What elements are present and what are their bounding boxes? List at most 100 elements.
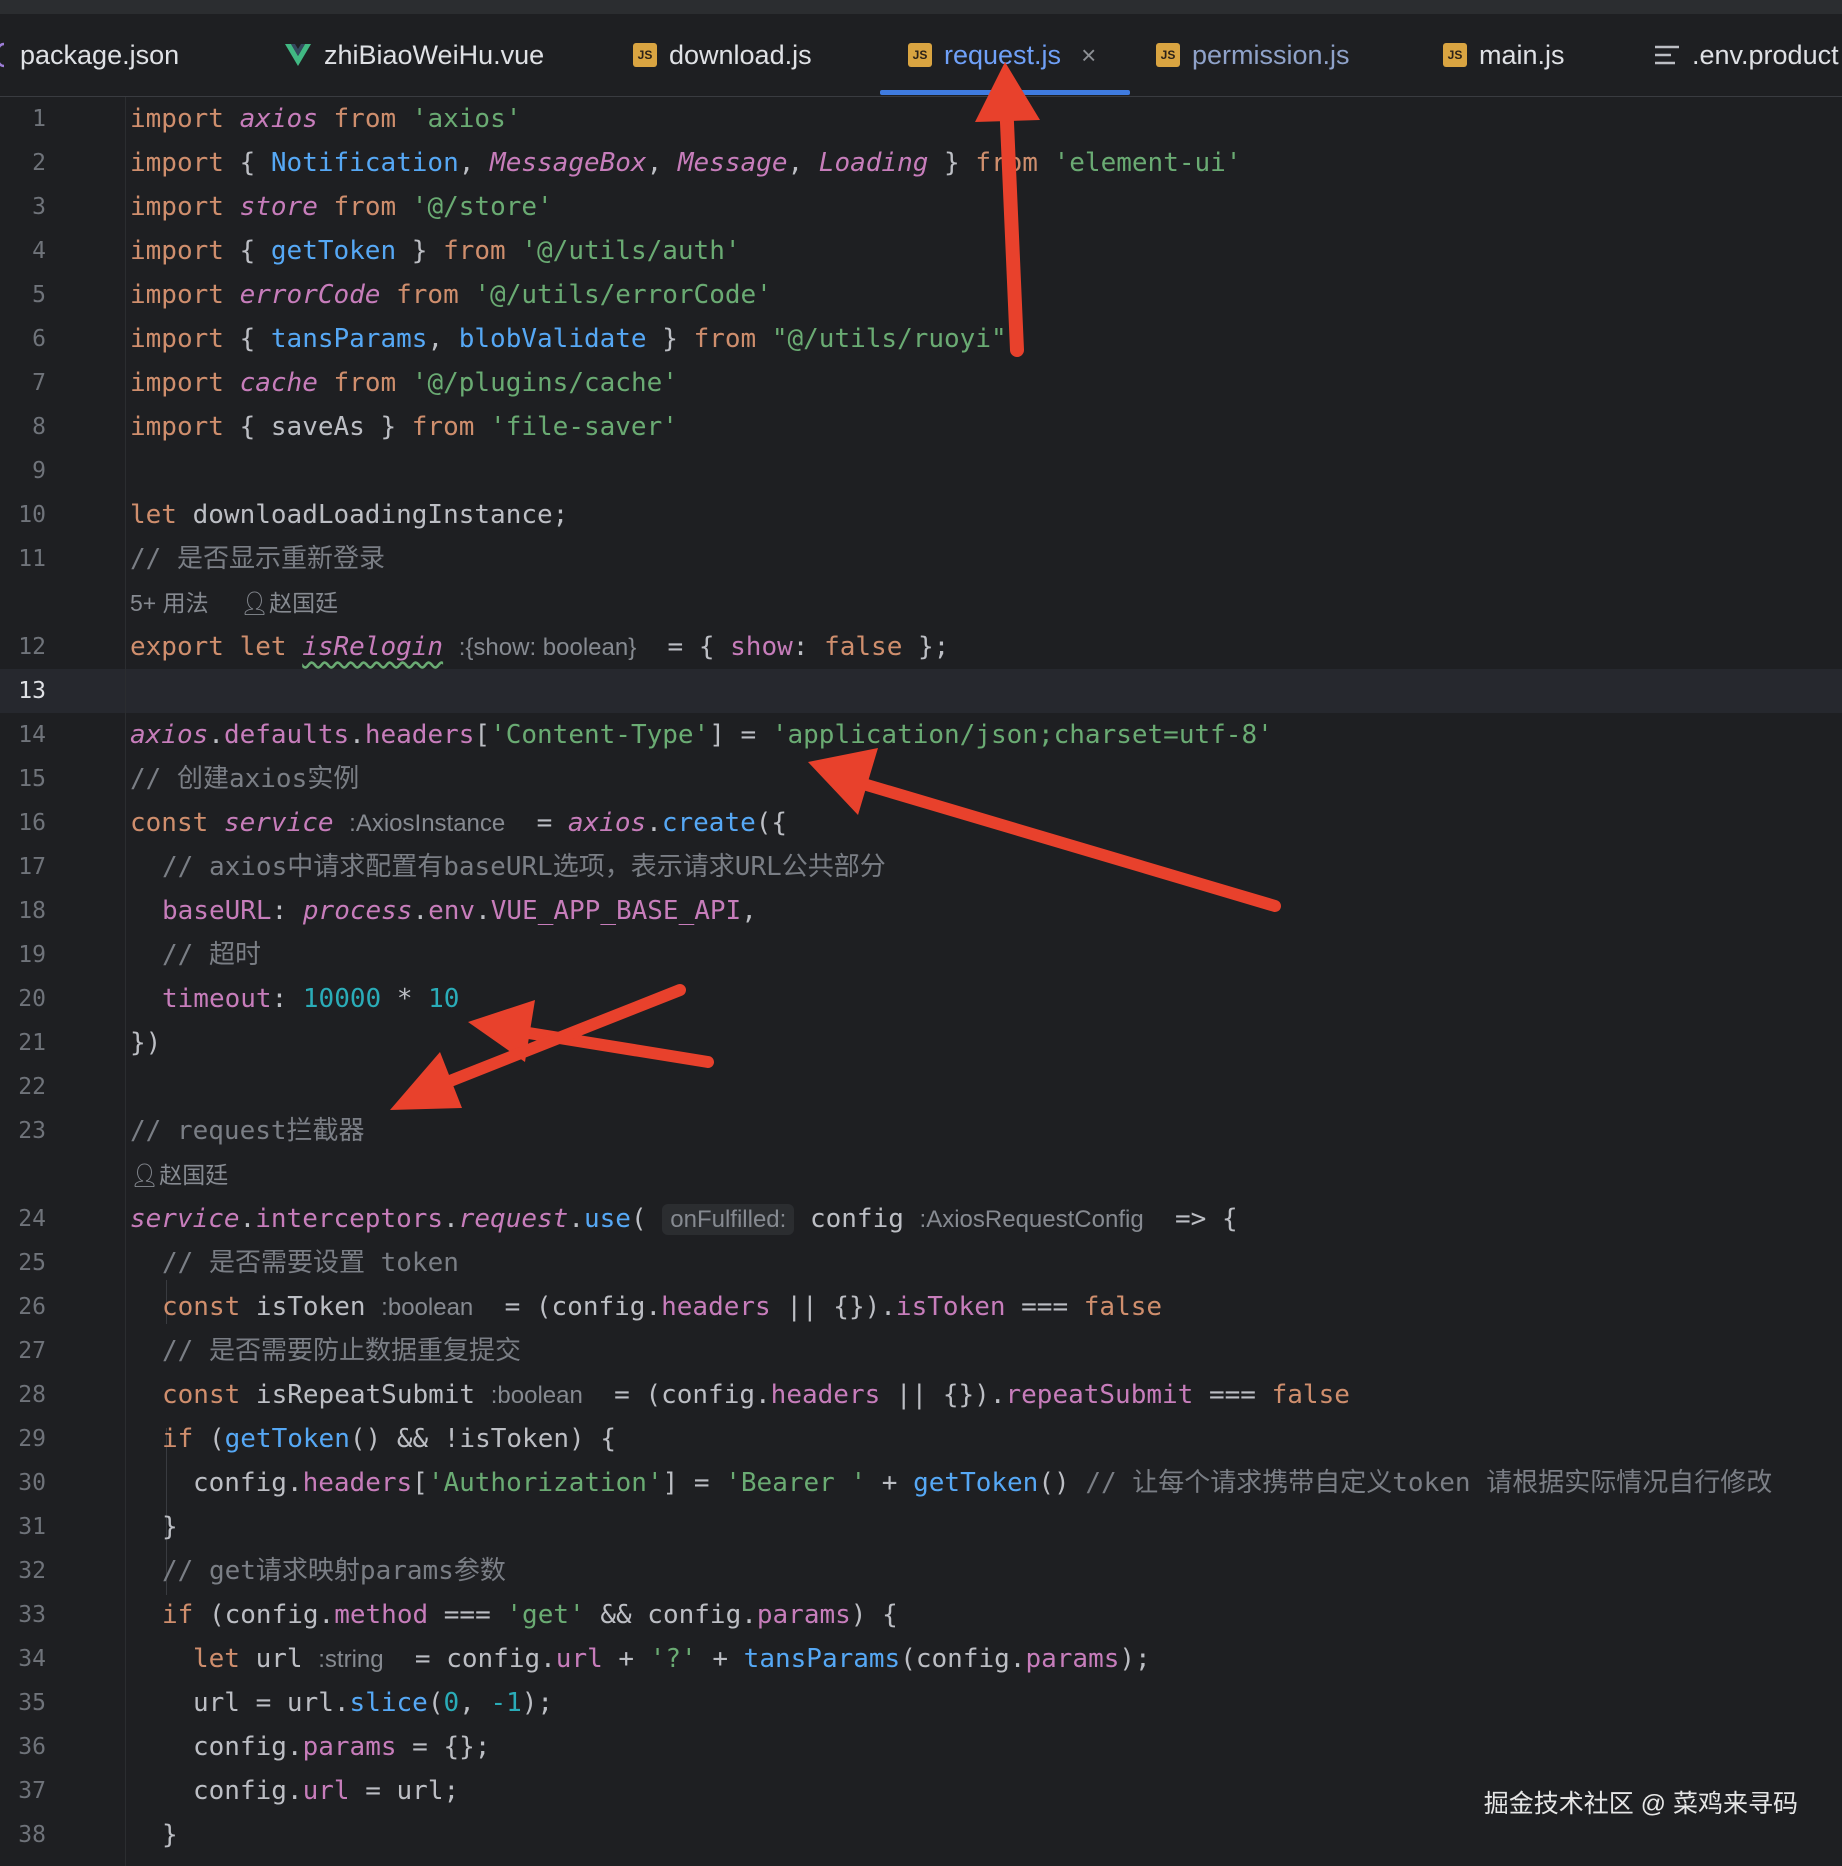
- type-hint: :boolean: [490, 1382, 583, 1409]
- code-text: import { Notification, MessageBox, Messa…: [130, 148, 1242, 178]
- type-hint: :{show: boolean}: [458, 634, 637, 661]
- vue-icon: [284, 43, 312, 67]
- code-text: const isRepeatSubmit :boolean = (config.…: [162, 1380, 1350, 1410]
- code-line: 8 import { saveAs } from 'file-saver': [0, 405, 1842, 449]
- line-number: 19: [18, 942, 46, 968]
- code-text: service.interceptors.request.use( onFulf…: [130, 1204, 1238, 1235]
- line-number: 12: [18, 634, 46, 660]
- line-number: 7: [32, 370, 46, 396]
- tab-label: permission.js: [1192, 39, 1350, 70]
- js-icon: JS: [633, 43, 657, 67]
- line-number: 34: [18, 1646, 46, 1672]
- line-number: 6: [32, 326, 46, 352]
- code-line-current: 13: [0, 669, 1842, 713]
- code-line: 26 const isToken :boolean = (config.head…: [0, 1285, 1842, 1329]
- line-number: 15: [18, 766, 46, 792]
- line-number: 29: [18, 1426, 46, 1452]
- code-text: baseURL: process.env.VUE_APP_BASE_API,: [162, 896, 757, 926]
- line-number: 36: [18, 1734, 46, 1760]
- code-line: 23 // request拦截器: [0, 1109, 1842, 1153]
- usages-hint[interactable]: 5+ 用法: [130, 590, 209, 616]
- parameter-hint: onFulfilled:: [662, 1204, 795, 1235]
- type-hint: :boolean: [381, 1294, 474, 1321]
- tab-permission-js[interactable]: JS permission.js: [1156, 14, 1350, 96]
- tab-label: .env.product: [1692, 39, 1839, 70]
- code-text: const service :AxiosInstance = axios.cre…: [130, 808, 788, 838]
- env-icon: [1654, 44, 1680, 66]
- code-text: if (config.method === 'get' && config.pa…: [162, 1600, 898, 1630]
- code-comment: // 创建axios实例: [130, 764, 360, 794]
- tab-label: package.json: [20, 39, 180, 70]
- code-text: import errorCode from '@/utils/errorCode…: [130, 280, 772, 310]
- line-number: 22: [18, 1074, 46, 1100]
- code-line: 9: [0, 449, 1842, 493]
- window-top-strip: [0, 0, 1842, 14]
- tab-request-js[interactable]: JS request.js ×: [908, 14, 1096, 96]
- code-text: import axios from 'axios': [130, 104, 522, 134]
- line-number: 33: [18, 1602, 46, 1628]
- code-line: 25 // 是否需要设置 token: [0, 1241, 1842, 1285]
- line-number: 38: [18, 1822, 46, 1848]
- code-text: timeout: 10000 * 10: [162, 984, 460, 1014]
- json-icon: [0, 42, 8, 68]
- code-line: 30 config.headers['Authorization'] = 'Be…: [0, 1461, 1842, 1505]
- tab-package-json[interactable]: package.json: [0, 14, 179, 96]
- code-line: 5 import errorCode from '@/utils/errorCo…: [0, 273, 1842, 317]
- line-number: 4: [32, 238, 46, 264]
- inlay-usages-row: 5+ 用法 👤︎赵国廷: [0, 581, 1842, 625]
- code-line: 19 // 超时: [0, 933, 1842, 977]
- code-line: 12 export let isRelogin :{show: boolean}…: [0, 625, 1842, 669]
- line-number: 16: [18, 810, 46, 836]
- line-number: 8: [32, 414, 46, 440]
- code-comment: // 是否需要防止数据重复提交: [162, 1336, 521, 1366]
- code-text: import store from '@/store': [130, 192, 553, 222]
- code-text: const isToken :boolean = (config.headers…: [162, 1292, 1163, 1322]
- type-hint: :string: [318, 1646, 384, 1673]
- user-icon: 👤︎: [130, 1162, 160, 1188]
- code-line: 10 let downloadLoadingInstance;: [0, 493, 1842, 537]
- line-number: 23: [18, 1118, 46, 1144]
- code-text: }: [162, 1820, 178, 1850]
- tab-env-product[interactable]: .env.product: [1654, 14, 1839, 96]
- line-number: 13: [18, 678, 46, 704]
- code-line: 35 url = url.slice(0, -1);: [0, 1681, 1842, 1725]
- code-line: 33 if (config.method === 'get' && config…: [0, 1593, 1842, 1637]
- line-number: 14: [18, 722, 46, 748]
- code-line: 34 let url :string = config.url + '?' + …: [0, 1637, 1842, 1681]
- code-line: 21 }): [0, 1021, 1842, 1065]
- code-line: 11 // 是否显示重新登录: [0, 537, 1842, 581]
- line-number: 31: [18, 1514, 46, 1540]
- code-comment: // 是否需要设置 token: [162, 1248, 459, 1278]
- code-editor[interactable]: 1 import axios from 'axios' 2 import { N…: [0, 97, 1842, 1866]
- line-number: 32: [18, 1558, 46, 1584]
- code-line: 31 }: [0, 1505, 1842, 1549]
- code-line: 2 import { Notification, MessageBox, Mes…: [0, 141, 1842, 185]
- user-icon: 👤︎: [239, 590, 270, 616]
- code-line: 20 timeout: 10000 * 10: [0, 977, 1842, 1021]
- code-text: if (getToken() && !isToken) {: [162, 1424, 616, 1454]
- close-icon[interactable]: ×: [1081, 40, 1096, 71]
- code-line: 29 if (getToken() && !isToken) {: [0, 1417, 1842, 1461]
- code-text: let url :string = config.url + '?' + tan…: [193, 1644, 1151, 1674]
- tab-zhibiaoweihu-vue[interactable]: zhiBiaoWeiHu.vue: [284, 14, 544, 96]
- line-number: 27: [18, 1338, 46, 1364]
- watermark: 掘金技术社区 @ 菜鸡来寻码: [1483, 1790, 1798, 1818]
- code-inlay: 5+ 用法 👤︎赵国廷: [130, 581, 338, 625]
- line-number: 21: [18, 1030, 46, 1056]
- code-text: let downloadLoadingInstance;: [130, 500, 569, 530]
- tab-main-js[interactable]: JS main.js: [1443, 14, 1565, 96]
- line-number: 18: [18, 898, 46, 924]
- code-text: }): [130, 1028, 162, 1058]
- code-text: import { tansParams, blobValidate } from…: [130, 324, 1023, 354]
- code-line: 16 const service :AxiosInstance = axios.…: [0, 801, 1842, 845]
- line-number: 10: [18, 502, 46, 528]
- code-text: }: [162, 1512, 178, 1542]
- code-comment: // get请求映射params参数: [162, 1556, 506, 1586]
- editor-tab-bar: package.json zhiBiaoWeiHu.vue JS downloa…: [0, 14, 1842, 97]
- inlay-author-row: 👤︎赵国廷: [0, 1153, 1842, 1197]
- code-text: import { getToken } from '@/utils/auth': [130, 236, 741, 266]
- tab-download-js[interactable]: JS download.js: [633, 14, 812, 96]
- line-number: 24: [18, 1206, 46, 1232]
- tab-label: main.js: [1479, 39, 1565, 70]
- tab-label: zhiBiaoWeiHu.vue: [324, 39, 545, 70]
